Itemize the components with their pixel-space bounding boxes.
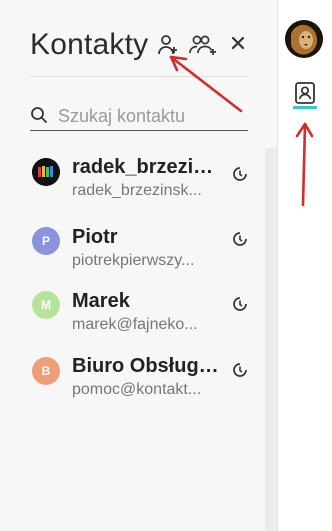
status-offline-icon xyxy=(233,297,247,311)
active-tab-indicator xyxy=(293,106,317,109)
status-offline-icon xyxy=(233,232,247,246)
search-input[interactable] xyxy=(56,102,250,130)
list-item[interactable]: B Biuro Obsługi ... pomoc@kontakt... xyxy=(0,353,265,413)
list-item[interactable]: radek_brzezin... radek_brzezinsk... xyxy=(0,154,265,214)
list-item[interactable]: M Marek marek@fajneko... xyxy=(0,288,265,348)
avatar: B xyxy=(32,357,60,385)
status-offline-icon xyxy=(233,363,247,377)
contact-login: piotrekpierwszy... xyxy=(72,252,195,269)
contacts-book-icon[interactable] xyxy=(290,78,320,108)
contact-name: Marek xyxy=(72,290,130,312)
status-offline-icon xyxy=(233,167,247,181)
search-field[interactable] xyxy=(30,100,250,131)
scrollbar[interactable] xyxy=(265,148,277,531)
contact-login: marek@fajneko... xyxy=(72,316,198,333)
close-icon[interactable] xyxy=(231,36,245,50)
contact-login: pomoc@kontakt... xyxy=(72,381,202,398)
avatar: M xyxy=(32,291,60,319)
contact-name: Piotr xyxy=(72,226,118,248)
list-item[interactable]: P Piotr piotrekpierwszy... xyxy=(0,224,265,284)
user-avatar[interactable] xyxy=(285,20,323,58)
avatar: P xyxy=(32,227,60,255)
avatar xyxy=(32,158,60,186)
header-divider xyxy=(30,76,248,77)
contact-name: radek_brzezin... xyxy=(72,156,222,178)
person-add-icon[interactable] xyxy=(156,33,180,57)
group-add-icon[interactable] xyxy=(188,33,218,57)
panel-title: Kontakty xyxy=(30,28,149,61)
search-icon xyxy=(31,107,47,123)
contact-login: radek_brzezinsk... xyxy=(72,182,202,199)
contacts-panel: Kontakty Szukaj kontaktu radek_brzezin..… xyxy=(0,0,277,531)
contact-name: Biuro Obsługi ... xyxy=(72,355,222,377)
side-bar xyxy=(277,0,332,531)
